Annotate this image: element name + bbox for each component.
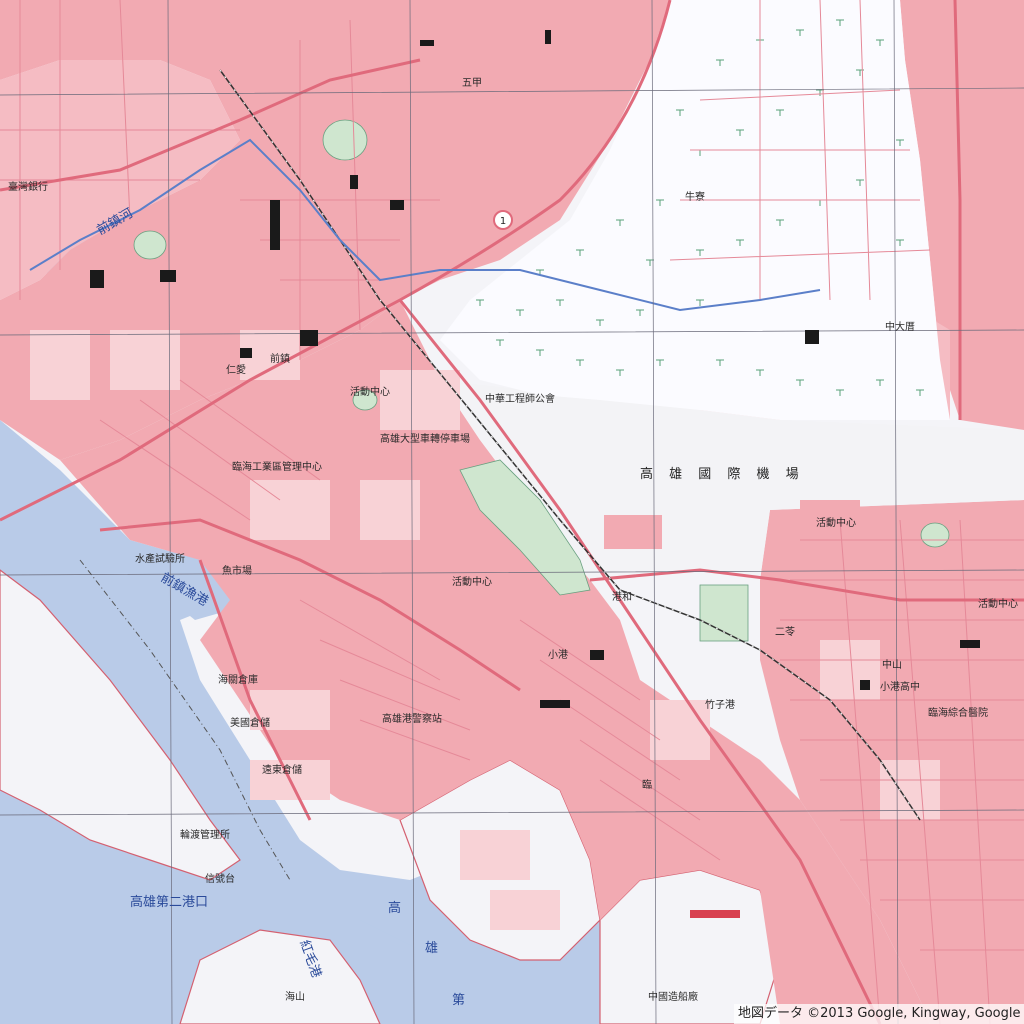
terminal xyxy=(604,515,662,549)
label-engineers: 中華工程師公會 xyxy=(485,392,555,405)
label-qianzhen: 前鎮 xyxy=(270,352,290,365)
highway-shield: 1 xyxy=(493,210,513,230)
label-far-east: 遠東倉儲 xyxy=(262,763,302,776)
label-second-harbor: 高雄第二港口 xyxy=(130,894,208,910)
label-renai: 仁愛 xyxy=(226,363,246,376)
label-niuliao: 牛寮 xyxy=(685,190,705,203)
label-activity-center-4: 活動中心 xyxy=(978,597,1018,610)
terminal-east xyxy=(800,500,860,520)
park-far-east xyxy=(920,522,950,548)
label-transport-office: 輪渡管理所 xyxy=(180,828,230,841)
label-activity-center-3: 活動中心 xyxy=(816,516,856,529)
label-zhongshan: 中山 xyxy=(882,658,902,671)
label-hospital: 臨海綜合醫院 xyxy=(928,706,988,719)
label-signal: 信號台 xyxy=(205,872,235,885)
label-shipyard: 中國造船廠 xyxy=(648,990,698,1003)
label-industrial: 臨海工業區管理中心 xyxy=(232,460,322,473)
label-activity-center-1: 活動中心 xyxy=(350,385,390,398)
label-gangdong: 港和 xyxy=(612,591,632,603)
label-activity-center-2: 活動中心 xyxy=(452,575,492,588)
label-wujia: 五甲 xyxy=(462,78,482,89)
map-attribution: 地図データ ©2013 Google, Kingway, Google xyxy=(734,1004,1024,1024)
label-lin: 臨 xyxy=(642,778,652,791)
label-zhuzigang: 竹子港 xyxy=(705,698,735,711)
label-airport: 高 雄 國 際 機 場 xyxy=(640,466,805,482)
label-parking: 高雄大型車轉停車場 xyxy=(380,432,470,445)
label-haishan: 海山 xyxy=(285,990,305,1003)
label-customs: 海關倉庫 xyxy=(218,673,258,686)
label-second-pier: 二苓 xyxy=(775,625,795,638)
label-zhongdacuo: 中大厝 xyxy=(885,320,915,333)
label-gao: 高 xyxy=(388,900,401,916)
highway-number: 1 xyxy=(500,216,506,227)
label-di: 第 xyxy=(452,993,465,1008)
label-xiaogang-high: 小港高中 xyxy=(880,680,920,693)
label-xiaogang: 小港 xyxy=(548,649,568,661)
park-west xyxy=(133,230,167,260)
label-harbor-station: 高雄港警察站 xyxy=(382,712,442,725)
label-taiwan-bank: 臺灣銀行 xyxy=(8,180,48,193)
label-fish-market: 魚市場 xyxy=(222,564,252,577)
label-fish-test: 水產試驗所 xyxy=(135,552,185,565)
label-us-warehouse: 美國倉儲 xyxy=(230,716,270,729)
park-north xyxy=(322,119,368,161)
label-xiong: 雄 xyxy=(425,941,438,956)
map-canvas[interactable]: 1 五甲 牛寮 中大厝 中華工程師公會 高 雄 國 際 機 場 竹子港 臨 港和… xyxy=(0,0,1024,1024)
